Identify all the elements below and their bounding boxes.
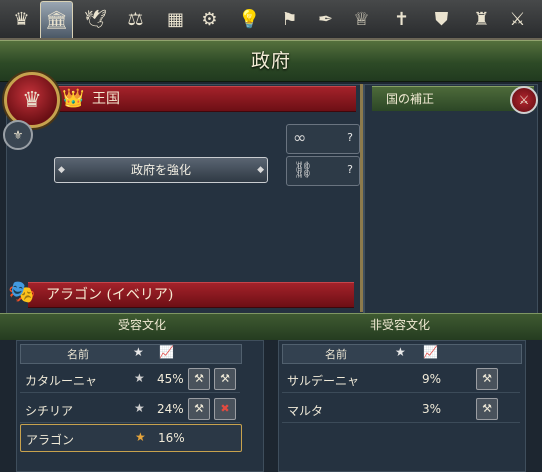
promote-culture-icon[interactable]: ⚒ [188, 398, 210, 420]
star-icon: ★ [134, 371, 145, 385]
culture-name: サルデーニャ [287, 374, 360, 388]
royal-crown-icon[interactable]: ♕ [346, 3, 377, 35]
link-icon: ∞ [293, 128, 307, 147]
demote-culture-icon[interactable]: ✖ [214, 398, 236, 420]
culture-name: カタルーニャ [25, 374, 98, 388]
reform-slot-1[interactable]: ∞ ? [286, 124, 360, 154]
accepted-cultures-title: 受容文化 [118, 318, 167, 332]
culture-name: マルタ [287, 404, 324, 418]
culture-name: アラゴン [26, 433, 75, 447]
culture-percent: 9% [422, 372, 442, 386]
shield-icon[interactable]: ⛊ [426, 3, 457, 35]
culture-name: シチリア [25, 404, 74, 418]
name-column-header[interactable]: 名前 [67, 346, 89, 362]
modifier-toggle-icon[interactable]: ⚔ [510, 86, 538, 114]
chain-icon: ⛓ [293, 160, 314, 179]
accepted-culture-row[interactable]: カタルーニャ ★ 45% ⚒ ⚒ [20, 366, 240, 393]
lightbulb-icon[interactable]: 💡 [234, 3, 265, 35]
accepted-culture-row[interactable]: アラゴン ★ 16% [20, 424, 242, 452]
crown-icon: 👑 [62, 88, 85, 109]
dove-icon[interactable]: 🕊 [80, 3, 111, 35]
cross-icon[interactable]: ✝ [386, 3, 417, 35]
non-accepted-cultures-title: 非受容文化 [370, 318, 431, 332]
primary-culture-label: アラゴン (イベリア) [46, 287, 174, 303]
unknown-reform-mark: ? [347, 131, 353, 144]
crown-tab-icon[interactable]: ♛ [6, 3, 37, 35]
quill-icon[interactable]: ✒ [310, 3, 341, 35]
government-seal-icon[interactable]: ♛ [4, 72, 60, 128]
non-accepted-culture-row[interactable]: マルタ 3% ⚒ [282, 396, 520, 423]
accepted-table-header: 名前 ★ 📈 [20, 344, 242, 364]
name-column-header[interactable]: 名前 [325, 346, 347, 362]
gears-icon[interactable]: ⚙ [194, 3, 225, 35]
promote-culture-icon[interactable]: ⚒ [214, 368, 236, 390]
strengthen-government-button[interactable]: 政府を強化 [54, 157, 268, 183]
government-type-label: 王国 [92, 91, 120, 107]
star-icon[interactable]: ★ [133, 345, 144, 359]
culture-masks-icon: 🎭 [8, 280, 36, 305]
modifiers-panel [364, 84, 538, 314]
non-accepted-table-header: 名前 ★ 📈 [282, 344, 522, 364]
page-title: 政府 [250, 50, 291, 72]
culture-percent: 24% [157, 402, 184, 416]
promote-culture-icon[interactable]: ⚒ [188, 368, 210, 390]
chart-icon[interactable]: 📈 [159, 345, 174, 359]
accepted-culture-row[interactable]: シチリア ★ 24% ⚒ ✖ [20, 396, 240, 423]
culture-percent: 3% [422, 402, 442, 416]
promote-culture-icon[interactable]: ⚒ [476, 368, 498, 390]
culture-band [0, 313, 542, 340]
crossed-swords-icon[interactable]: ⚔ [502, 3, 533, 35]
national-modifiers-title: 国の補正 [386, 92, 435, 106]
unknown-reform-mark: ? [347, 163, 353, 176]
estates-icon[interactable]: ♜ [466, 3, 497, 35]
culture-percent: 16% [158, 431, 185, 445]
chart-icon[interactable]: 📈 [423, 345, 438, 359]
government-building-icon[interactable]: 🏛 [40, 1, 73, 38]
government-panel [6, 84, 364, 314]
panel-divider [360, 84, 363, 312]
flag-icon[interactable]: ⚑ [274, 3, 305, 35]
non-accepted-culture-row[interactable]: サルデーニャ 9% ⚒ [282, 366, 520, 393]
reform-progress-icon[interactable]: ⚜ [3, 120, 33, 150]
culture-percent: 45% [157, 372, 184, 386]
crate-icon[interactable]: ▦ [160, 3, 191, 35]
primary-culture-ribbon: アラゴン (イベリア) [28, 282, 354, 308]
star-icon[interactable]: ★ [395, 345, 406, 359]
primary-star-icon: ★ [135, 430, 146, 444]
promote-culture-icon[interactable]: ⚒ [476, 398, 498, 420]
star-icon: ★ [134, 401, 145, 415]
trade-goods-icon[interactable]: ⚖ [120, 3, 151, 35]
reform-slot-2[interactable]: ⛓ ? [286, 156, 360, 186]
